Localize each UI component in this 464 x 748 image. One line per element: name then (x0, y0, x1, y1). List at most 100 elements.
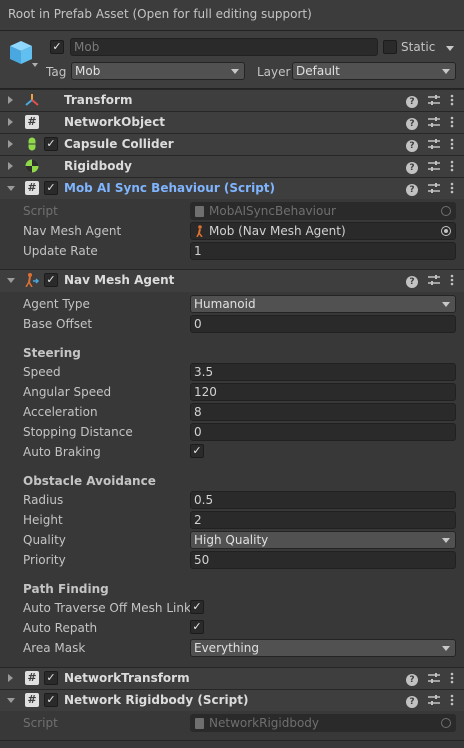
angular-speed-field[interactable]: 120 (190, 383, 456, 401)
priority-label: Priority (23, 553, 66, 567)
help-icon[interactable]: ? (406, 95, 418, 108)
context-menu-icon[interactable] (450, 94, 454, 109)
component-networktransform[interactable]: # ✓ NetworkTransform ? (0, 667, 464, 689)
stopping-distance-label: Stopping Distance (23, 425, 133, 439)
foldout-arrow-icon[interactable] (7, 186, 15, 191)
help-icon[interactable]: ? (406, 275, 418, 288)
component-networkobject[interactable]: # NetworkObject ? (0, 111, 464, 133)
static-checkbox[interactable] (383, 40, 397, 54)
stopping-distance-field[interactable]: 0 (190, 423, 456, 441)
foldout-arrow-icon[interactable] (7, 278, 15, 283)
help-icon[interactable]: ? (406, 161, 418, 174)
tag-dropdown[interactable]: Mob (71, 62, 245, 80)
presets-icon[interactable] (428, 138, 440, 153)
foldout-arrow-icon[interactable] (8, 96, 13, 104)
component-enabled-checkbox[interactable]: ✓ (44, 273, 58, 287)
context-menu-icon[interactable] (450, 274, 454, 289)
layer-label: Layer (257, 65, 291, 79)
context-menu-icon[interactable] (450, 182, 454, 197)
quality-value: High Quality (194, 533, 269, 547)
help-icon[interactable]: ? (406, 673, 418, 686)
presets-icon[interactable] (428, 116, 440, 131)
chevron-down-icon (442, 538, 450, 543)
speed-field[interactable]: 3.5 (190, 363, 456, 381)
presets-icon[interactable] (428, 160, 440, 175)
foldout-arrow-icon[interactable] (8, 674, 13, 682)
component-enabled-checkbox[interactable]: ✓ (44, 137, 58, 151)
presets-icon[interactable] (428, 274, 440, 289)
object-name-field[interactable]: Mob (70, 38, 378, 56)
auto-repath-checkbox[interactable]: ✓ (190, 620, 204, 634)
chevron-down-icon (231, 69, 239, 74)
presets-icon[interactable] (428, 182, 440, 197)
bottom-divider (0, 740, 464, 741)
agent-type-value: Humanoid (194, 297, 256, 311)
static-dropdown-icon[interactable] (446, 46, 454, 51)
help-icon[interactable]: ? (406, 695, 418, 708)
update-rate-field[interactable]: 1 (190, 242, 456, 260)
height-field[interactable]: 2 (190, 511, 456, 529)
active-checkbox[interactable]: ✓ (50, 40, 64, 54)
layer-value: Default (296, 64, 340, 78)
script-hash-icon: # (25, 181, 39, 195)
help-icon[interactable]: ? (406, 139, 418, 152)
presets-icon[interactable] (428, 672, 440, 687)
help-icon[interactable]: ? (406, 117, 418, 130)
quality-dropdown[interactable]: High Quality (190, 531, 456, 549)
component-enabled-checkbox[interactable]: ✓ (44, 181, 58, 195)
script-hash-icon: # (25, 671, 39, 685)
script-field: NetworkRigidbody (190, 714, 456, 732)
nav-mesh-agent-field[interactable]: Mob (Nav Mesh Agent) (190, 222, 456, 240)
tag-value: Mob (75, 64, 101, 78)
prefab-banner: Root in Prefab Asset (Open for full edit… (0, 0, 464, 31)
object-picker-icon (441, 718, 451, 728)
angular-speed-label: Angular Speed (23, 385, 112, 399)
context-menu-icon[interactable] (450, 694, 454, 709)
script-label: Script (23, 716, 58, 730)
component-transform[interactable]: Transform ? (0, 89, 464, 111)
base-offset-field[interactable]: 0 (190, 315, 456, 333)
script-hash-icon: # (25, 693, 39, 707)
transform-icon (25, 93, 39, 107)
auto-braking-checkbox[interactable]: ✓ (190, 444, 204, 458)
agent-type-dropdown[interactable]: Humanoid (190, 295, 456, 313)
script-hash-icon: # (25, 115, 39, 129)
foldout-arrow-icon[interactable] (8, 118, 13, 126)
foldout-arrow-icon[interactable] (8, 140, 13, 148)
foldout-arrow-icon[interactable] (8, 162, 13, 170)
presets-icon[interactable] (428, 694, 440, 709)
component-rigidbody[interactable]: Rigidbody ? (0, 155, 464, 177)
chevron-down-icon (442, 69, 450, 74)
auto-braking-label: Auto Braking (23, 445, 101, 459)
auto-traverse-checkbox[interactable]: ✓ (190, 600, 204, 614)
script-value: MobAISyncBehaviour (209, 204, 336, 218)
foldout-arrow-icon[interactable] (7, 698, 15, 703)
component-network-rigidbody[interactable]: # ✓ Network Rigidbody (Script) ? (0, 689, 464, 711)
steering-header: Steering (23, 346, 81, 360)
layer-dropdown[interactable]: Default (292, 62, 456, 80)
component-enabled-checkbox[interactable]: ✓ (44, 693, 58, 707)
context-menu-icon[interactable] (450, 672, 454, 687)
update-rate-label: Update Rate (23, 244, 98, 258)
component-capsule-collider[interactable]: ✓ Capsule Collider ? (0, 133, 464, 155)
area-mask-dropdown[interactable]: Everything (190, 639, 456, 657)
context-menu-icon[interactable] (450, 160, 454, 175)
script-file-icon (195, 718, 204, 729)
context-menu-icon[interactable] (450, 116, 454, 131)
context-menu-icon[interactable] (450, 138, 454, 153)
nav-mesh-agent-icon (25, 273, 40, 288)
presets-icon[interactable] (428, 94, 440, 109)
component-title: Capsule Collider (64, 137, 174, 151)
component-nav-mesh-agent[interactable]: ✓ Nav Mesh Agent ? (0, 269, 464, 292)
script-label: Script (23, 204, 58, 218)
chevron-down-icon (442, 302, 450, 307)
acceleration-field[interactable]: 8 (190, 403, 456, 421)
help-icon[interactable]: ? (406, 183, 418, 196)
priority-field[interactable]: 50 (190, 551, 456, 569)
path-finding-header: Path Finding (23, 582, 109, 596)
radius-field[interactable]: 0.5 (190, 491, 456, 509)
gameobject-icon[interactable] (8, 39, 38, 69)
component-mob-ai-sync-behaviour[interactable]: # ✓ Mob AI Sync Behaviour (Script) ? (0, 177, 464, 199)
component-enabled-checkbox[interactable]: ✓ (44, 671, 58, 685)
object-picker-icon[interactable] (441, 226, 451, 236)
